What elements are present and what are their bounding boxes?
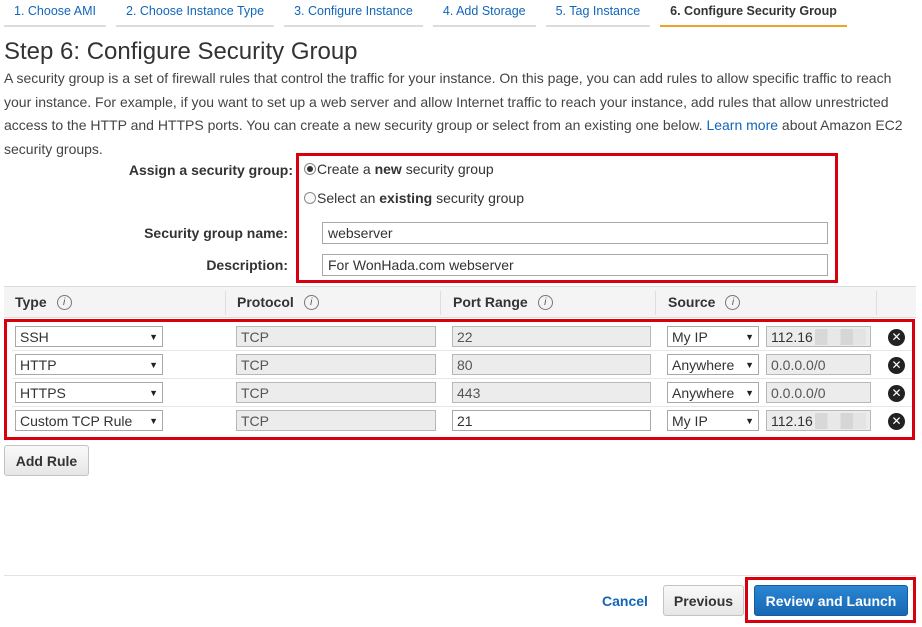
rule-cidr-field[interactable]: 0.0.0.0/0 — [766, 382, 871, 403]
rule-type-select[interactable]: Custom TCP Rule ▼ — [15, 410, 163, 431]
radio-create-new-suffix: security group — [405, 161, 494, 177]
rule-cidr-field[interactable]: 112.16 — [766, 410, 871, 431]
tab-configure-security-group[interactable]: 6. Configure Security Group — [660, 0, 847, 27]
assign-label: Assign a security group: — [128, 162, 293, 178]
rule-protocol-field: TCP — [236, 354, 436, 375]
dropdown-arrow-icon: ▼ — [149, 331, 158, 342]
rule-row-custom-tcp: Custom TCP Rule ▼ TCP 21 My IP ▼ 112.16 ✕ — [12, 406, 912, 434]
rule-cidr-field[interactable]: 112.16 — [766, 326, 871, 347]
tab-choose-ami[interactable]: 1. Choose AMI — [4, 0, 106, 27]
dropdown-arrow-icon: ▼ — [149, 359, 158, 370]
radio-select-existing-prefix: Select an — [317, 190, 376, 206]
column-divider — [440, 291, 441, 315]
radio-select-existing[interactable]: Select an existing security group — [304, 190, 524, 206]
info-icon[interactable]: i — [537, 294, 553, 310]
info-icon[interactable]: i — [56, 294, 72, 310]
intro-paragraph: A security group is a set of firewall ru… — [4, 67, 916, 161]
column-divider — [876, 291, 877, 315]
rule-type-select[interactable]: HTTPS ▼ — [15, 382, 163, 403]
rules-table-header: Type i Protocol i Port Range i Source i — [4, 286, 916, 318]
dropdown-arrow-icon: ▼ — [745, 387, 754, 398]
review-and-launch-button[interactable]: Review and Launch — [754, 585, 908, 616]
dropdown-arrow-icon: ▼ — [745, 415, 754, 426]
learn-more-link[interactable]: Learn more — [706, 117, 778, 133]
rule-row-ssh: SSH ▼ TCP 22 My IP ▼ 112.16 ✕ — [12, 322, 912, 350]
column-divider — [655, 291, 656, 315]
radio-create-new-indicator[interactable] — [304, 163, 316, 175]
redacted-ip-mask — [814, 328, 866, 345]
footer-divider — [4, 575, 916, 576]
rule-source-select[interactable]: My IP ▼ — [667, 326, 759, 347]
rule-port-field: 80 — [452, 354, 651, 375]
remove-rule-icon[interactable]: ✕ — [888, 329, 905, 346]
previous-button[interactable]: Previous — [663, 585, 744, 616]
header-type: Type i — [15, 294, 72, 310]
header-protocol: Protocol i — [237, 294, 319, 310]
radio-select-existing-bold: existing — [379, 190, 433, 206]
rule-type-select[interactable]: SSH ▼ — [15, 326, 163, 347]
remove-rule-icon[interactable]: ✕ — [888, 413, 905, 430]
remove-rule-icon[interactable]: ✕ — [888, 357, 905, 374]
rule-source-select[interactable]: Anywhere ▼ — [667, 354, 759, 375]
wizard-tabs: 1. Choose AMI 2. Choose Instance Type 3.… — [4, 0, 847, 28]
rule-type-select[interactable]: HTTP ▼ — [15, 354, 163, 375]
radio-select-existing-suffix: security group — [436, 190, 524, 206]
rule-row-http: HTTP ▼ TCP 80 Anywhere ▼ 0.0.0.0/0 ✕ — [12, 350, 912, 378]
column-divider — [225, 291, 226, 315]
tab-choose-instance-type[interactable]: 2. Choose Instance Type — [116, 0, 275, 27]
remove-rule-icon[interactable]: ✕ — [888, 385, 905, 402]
page-title: Step 6: Configure Security Group — [4, 38, 358, 65]
redacted-ip-mask — [814, 412, 866, 429]
security-group-name-label: Security group name: — [144, 225, 288, 241]
rule-port-field: 22 — [452, 326, 651, 347]
radio-select-existing-indicator[interactable] — [304, 192, 316, 204]
rule-row-https: HTTPS ▼ TCP 443 Anywhere ▼ 0.0.0.0/0 ✕ — [12, 378, 912, 406]
dropdown-arrow-icon: ▼ — [149, 387, 158, 398]
header-source: Source i — [668, 294, 741, 310]
info-icon[interactable]: i — [303, 294, 319, 310]
rule-protocol-field: TCP — [236, 410, 436, 431]
security-group-name-input[interactable] — [322, 222, 828, 244]
radio-create-new[interactable]: Create a new security group — [304, 161, 494, 177]
dropdown-arrow-icon: ▼ — [149, 415, 158, 426]
rule-source-select[interactable]: Anywhere ▼ — [667, 382, 759, 403]
description-label: Description: — [206, 257, 288, 273]
radio-create-new-bold: new — [374, 161, 402, 177]
rule-port-input[interactable]: 21 — [452, 410, 651, 431]
rule-protocol-field: TCP — [236, 326, 436, 347]
cancel-button[interactable]: Cancel — [602, 593, 648, 609]
rule-cidr-field[interactable]: 0.0.0.0/0 — [766, 354, 871, 375]
rule-source-select[interactable]: My IP ▼ — [667, 410, 759, 431]
add-rule-button[interactable]: Add Rule — [4, 445, 89, 476]
dropdown-arrow-icon: ▼ — [745, 359, 754, 370]
rule-protocol-field: TCP — [236, 382, 436, 403]
rule-port-field: 443 — [452, 382, 651, 403]
info-icon[interactable]: i — [725, 294, 741, 310]
tab-configure-instance[interactable]: 3. Configure Instance — [284, 0, 423, 27]
tab-tag-instance[interactable]: 5. Tag Instance — [545, 0, 651, 27]
radio-create-new-prefix: Create a — [317, 161, 371, 177]
tab-add-storage[interactable]: 4. Add Storage — [432, 0, 536, 27]
dropdown-arrow-icon: ▼ — [745, 331, 754, 342]
header-port-range: Port Range i — [453, 294, 553, 310]
description-input[interactable] — [322, 254, 828, 276]
